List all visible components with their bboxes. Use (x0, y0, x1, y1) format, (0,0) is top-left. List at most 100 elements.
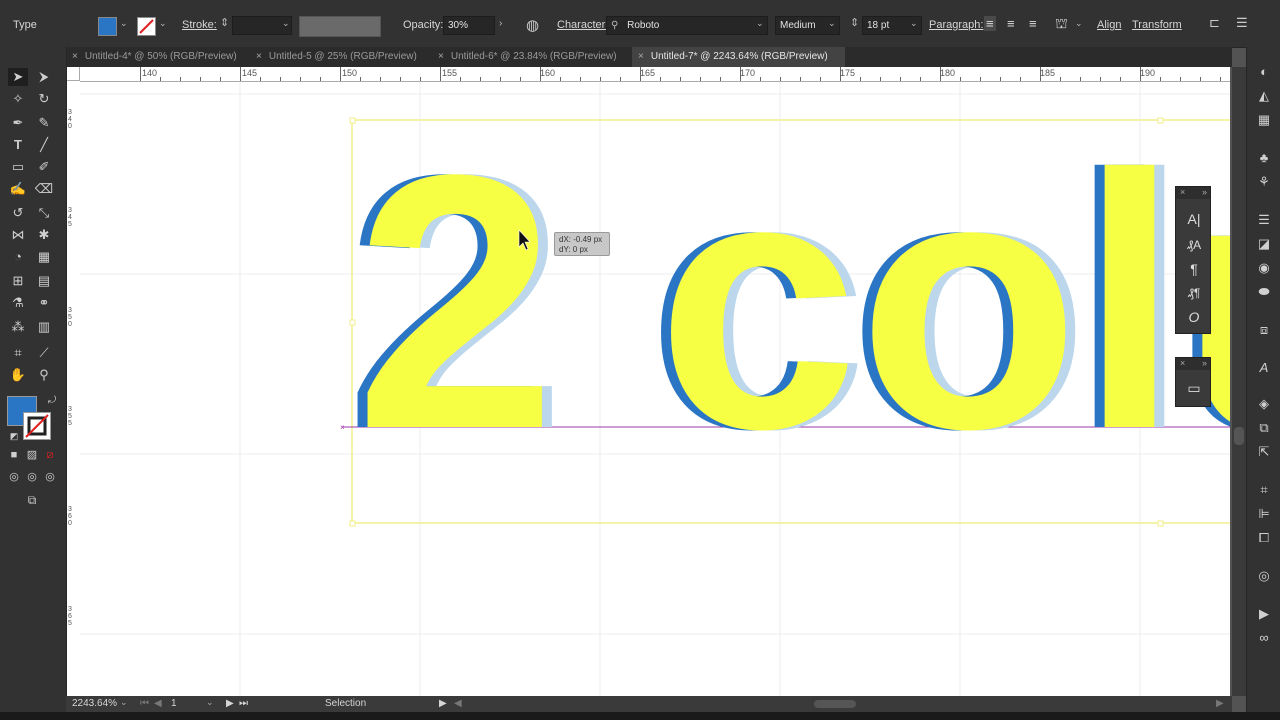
align-label[interactable]: Align (1097, 19, 1121, 31)
fill-swatch[interactable] (98, 17, 117, 36)
ruler-origin[interactable] (66, 67, 80, 81)
tab-untitled-6[interactable]: × Untitled-6* @ 23.84% (RGB/Preview) (438, 47, 628, 67)
graphic-styles-icon[interactable]: ⬬ (1255, 283, 1273, 301)
paragraph-styles-icon[interactable]: ₰¶ (1184, 283, 1204, 303)
menu-icon[interactable]: ☰ (1236, 15, 1248, 31)
blend-tool-icon[interactable]: ⚭ (34, 294, 54, 312)
chevron-down-icon[interactable]: ⌄ (910, 18, 918, 29)
perspective-grid-icon[interactable]: ▦ (34, 248, 54, 266)
scroll-right-icon[interactable]: ▶ (1216, 698, 1224, 709)
first-artboard-icon[interactable]: ⏮ (140, 698, 149, 709)
layers-icon[interactable]: ◈ (1255, 395, 1273, 413)
collapse-icon[interactable]: » (1202, 358, 1207, 368)
panel-header[interactable]: ×» (1176, 187, 1210, 199)
opentype-icon[interactable]: O (1184, 307, 1204, 327)
actions-icon[interactable]: ▶ (1255, 605, 1273, 623)
rectangle-tool-icon[interactable]: ▭ (8, 158, 28, 176)
curvature-tool-icon[interactable]: ✎ (34, 114, 54, 132)
navigator-icon[interactable]: ◎ (1255, 567, 1273, 585)
type-tool-icon[interactable]: T (8, 136, 28, 154)
next-artboard-icon[interactable]: ▶ (226, 698, 234, 709)
character-styles-icon[interactable]: ₰A (1184, 235, 1204, 255)
artboards-icon[interactable]: ⧉ (1255, 419, 1273, 437)
previous-artboard-icon[interactable]: ◀ (154, 698, 162, 709)
vertical-scrollbar[interactable] (1232, 67, 1246, 696)
scale-tool-icon[interactable]: ⤡ (34, 204, 54, 222)
draw-inside-icon[interactable]: ◎ (40, 468, 60, 486)
collapse-icon[interactable]: » (1202, 187, 1207, 197)
close-icon[interactable]: × (1180, 358, 1185, 368)
gradient-mode-icon[interactable]: ▨ (22, 446, 42, 464)
pathfinder-icon[interactable]: ⧠ (1255, 529, 1273, 547)
column-graph-icon[interactable]: ▥ (34, 318, 54, 336)
transform-label[interactable]: Transform (1132, 19, 1182, 31)
screen-mode-icon[interactable]: ⧉ (22, 491, 42, 509)
swatches-icon[interactable]: ▦ (1255, 111, 1273, 129)
transform-panel-icon[interactable]: ⌗ (1255, 481, 1273, 499)
close-icon[interactable]: × (638, 51, 644, 62)
chevron-down-icon[interactable]: ⌄ (120, 18, 128, 29)
none-mode-icon[interactable]: ⧄ (40, 446, 60, 464)
stroke-label[interactable]: Stroke: (182, 19, 217, 31)
symbols-icon[interactable]: ♣ (1255, 149, 1273, 167)
close-icon[interactable]: × (1180, 187, 1185, 197)
artboard-number[interactable]: 1 (171, 698, 177, 709)
chevron-down-icon[interactable]: ⌄ (159, 18, 167, 29)
chevron-down-icon[interactable]: ⌄ (282, 18, 290, 29)
stroke-swatch[interactable] (137, 17, 156, 36)
draw-behind-icon[interactable]: ◎ (22, 468, 42, 486)
color-guide-icon[interactable]: ◭ (1255, 87, 1273, 105)
isolate-icon[interactable]: ⊏ (1209, 15, 1220, 31)
pen-tool-icon[interactable]: ✒ (8, 114, 28, 132)
tab-untitled-7[interactable]: × Untitled-7* @ 2243.64% (RGB/Preview) (632, 47, 845, 67)
panel-header[interactable]: ×» (1176, 358, 1210, 370)
close-icon[interactable]: × (256, 51, 262, 62)
export-icon[interactable]: ⇱ (1255, 443, 1273, 461)
align-left-icon[interactable]: ≡ (984, 16, 996, 31)
puppet-warp-icon[interactable]: ✱ (34, 226, 54, 244)
default-colors-icon[interactable]: ◩ (4, 427, 24, 445)
paintbrush-icon[interactable]: ✐ (34, 158, 54, 176)
chevron-down-icon[interactable]: ⌄ (120, 697, 128, 708)
horizontal-ruler[interactable]: 140 145 150 155 160 165 170 175 180 185 … (80, 67, 1230, 82)
line-tool-icon[interactable]: ╱ (34, 136, 54, 154)
mesh-tool-icon[interactable]: ⊞ (8, 272, 28, 290)
draw-normal-icon[interactable]: ◎ (4, 468, 24, 486)
chevron-down-icon[interactable]: ⌄ (206, 697, 214, 708)
stroke-panel-icon[interactable]: ☰ (1255, 211, 1273, 229)
gradient-icon[interactable]: ▭ (1184, 378, 1204, 398)
font-family-field[interactable]: ⚲ Roboto (606, 16, 768, 35)
artwork[interactable]: × 2 colu 2 colu 2 colu (80, 82, 1230, 696)
variable-width-profile[interactable] (299, 16, 381, 37)
tab-untitled-5[interactable]: × Untitled-5 @ 25% (RGB/Preview) (256, 47, 436, 67)
recolor-artwork-icon[interactable]: ◍ (526, 16, 539, 34)
color-panel-icon[interactable]: ◐ (1255, 63, 1273, 81)
lasso-icon[interactable]: ↻ (34, 90, 54, 108)
chevron-right-icon[interactable]: › (499, 18, 502, 29)
artboard-tool-icon[interactable]: ⌗ (8, 344, 28, 362)
character-label[interactable]: Character: (557, 19, 608, 31)
close-icon[interactable]: × (438, 51, 444, 62)
shaper-tool-icon[interactable]: ✍ (8, 180, 28, 198)
swap-colors-icon[interactable]: ⤾ (42, 392, 62, 410)
opacity-field[interactable]: 30% (443, 16, 495, 35)
opacity-label[interactable]: Opacity: (403, 19, 443, 31)
direct-selection-tool-icon[interactable]: ⮞ (34, 68, 54, 86)
gradient-tool-icon[interactable]: ▤ (34, 272, 54, 290)
stepper-icon[interactable]: ⇕ (220, 16, 229, 29)
scrollbar-thumb[interactable] (1234, 427, 1244, 445)
transparency-icon[interactable]: ◪ (1255, 235, 1273, 253)
magic-wand-icon[interactable]: ✧ (8, 90, 28, 108)
align-center-icon[interactable]: ≡ (1007, 16, 1015, 31)
artboard-canvas[interactable]: × 2 colu 2 colu 2 colu dX: -0.49 px dY: … (80, 82, 1230, 696)
zoom-level[interactable]: 2243.64% (72, 698, 117, 709)
rotate-tool-icon[interactable]: ↺ (8, 204, 28, 222)
status-menu-icon[interactable]: ▶ (439, 698, 447, 709)
symbol-sprayer-icon[interactable]: ⁂ (8, 318, 28, 336)
eraser-icon[interactable]: ⌫ (34, 180, 54, 198)
last-artboard-icon[interactable]: ⏭ (239, 698, 248, 709)
shape-builder-icon[interactable]: ◔ (8, 248, 28, 266)
close-icon[interactable]: × (72, 51, 78, 62)
horizontal-scrollbar-thumb[interactable] (814, 700, 856, 708)
hand-tool-icon[interactable]: ✋ (8, 366, 28, 384)
